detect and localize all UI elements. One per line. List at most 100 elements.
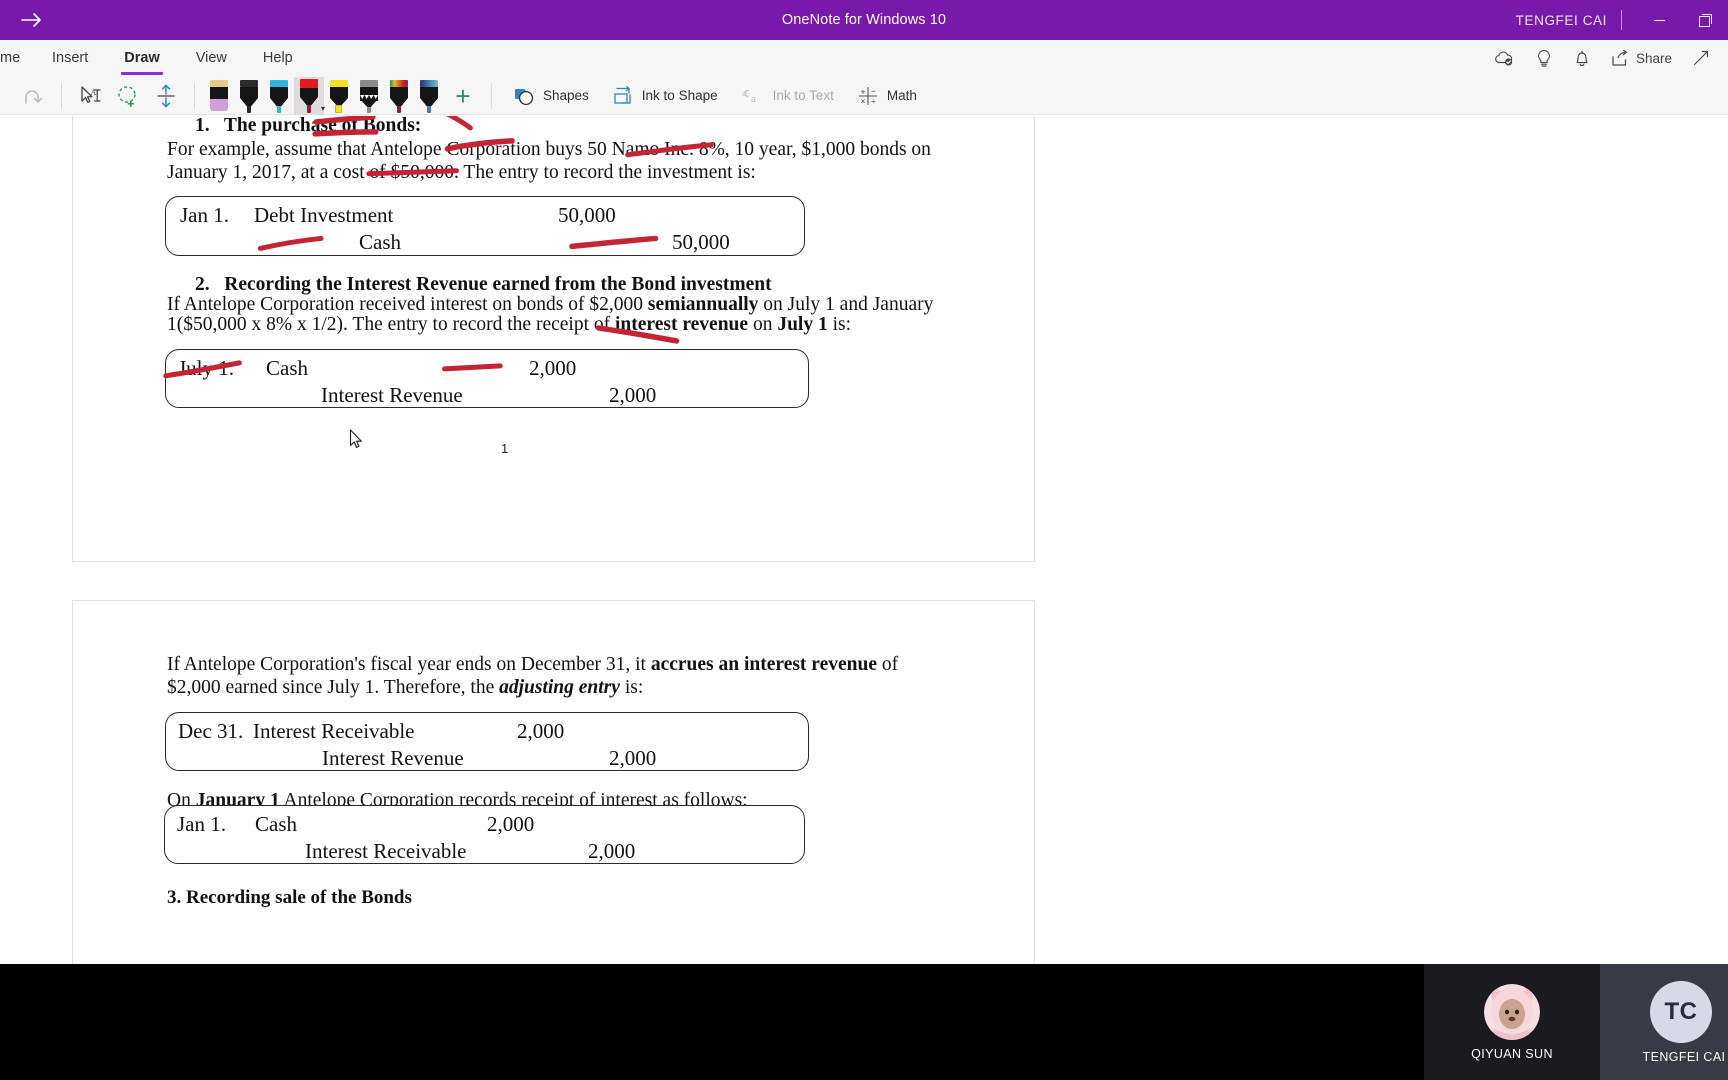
tab-draw[interactable]: Draw — [106, 40, 177, 76]
p3l2-b: adjusting entry — [499, 677, 620, 698]
math-icon: + − × ÷ — [858, 86, 877, 106]
entry-3-credit-account: Interest Revenue — [322, 746, 464, 770]
note-page-2[interactable]: If Antelope Corporation's fiscal year en… — [72, 600, 1035, 964]
entry-1-credit-amount: 50,000 — [672, 230, 730, 254]
sync-status-button[interactable] — [1483, 40, 1525, 76]
pen-red[interactable]: ▾ — [294, 76, 325, 115]
tell-me-button[interactable] — [1525, 40, 1563, 76]
journal-entry-3: Dec 31. Interest Receivable 2,000 Intere… — [165, 712, 809, 771]
svg-text:A: A — [91, 88, 97, 97]
entry-4-debit-account: Cash — [255, 812, 297, 836]
entry-3-credit-amount: 2,000 — [609, 746, 657, 770]
p3l2-a: $2,000 earned since July 1. Therefore, t… — [167, 677, 500, 698]
share-label: Share — [1635, 50, 1672, 66]
entry-3-debit-account: Interest Receivable — [253, 719, 415, 743]
pencil-grey[interactable] — [354, 77, 384, 115]
paragraph-1-line-2: January 1, 2017, at a cost of $50,000. T… — [167, 162, 756, 183]
full-page-view-button[interactable] — [1682, 40, 1720, 76]
tab-help[interactable]: Help — [245, 40, 311, 76]
shapes-button[interactable]: Shapes — [501, 77, 600, 115]
tab-home-label: me — [0, 50, 21, 66]
note-canvas[interactable]: 1. The purchase of Bonds: For example, a… — [0, 116, 1728, 964]
restore-icon — [1699, 14, 1712, 27]
yellow-highlighter-icon — [328, 78, 350, 114]
insert-space-button[interactable] — [147, 77, 185, 115]
p3l2-c: is: — [619, 677, 644, 698]
page-number: 1 — [501, 441, 509, 456]
lasso-select-icon — [118, 85, 136, 107]
ink-to-text-button[interactable]: aa Ink to Text — [729, 77, 845, 115]
pen-black[interactable] — [234, 77, 264, 115]
eraser-icon — [208, 78, 230, 114]
entry-1-debit-account: Debt Investment — [254, 203, 394, 227]
minimize-button[interactable] — [1636, 0, 1682, 40]
sync-cloud-icon — [1495, 51, 1513, 66]
section-3-heading-cut: 3. Recording sale of the Bonds — [167, 887, 412, 908]
toolbar-divider-1 — [61, 82, 62, 109]
ink-to-text-label: Ink to Text — [772, 88, 834, 103]
highlighter-yellow[interactable] — [324, 77, 354, 115]
svg-text:×: × — [860, 96, 865, 106]
p2l2-a: 1($50,000 x 8% x 1/2). The entry to reco… — [167, 314, 616, 335]
ink-to-text-icon: aa — [742, 88, 756, 105]
video-tile-qiyuan-sun[interactable]: QIYUAN SUN — [1424, 964, 1600, 1080]
p2l2-c: on — [748, 314, 778, 335]
entry-2-debit-amount: 2,000 — [529, 356, 577, 380]
video-tile-tengfei-cai[interactable]: TC TENGFEI CAI — [1600, 964, 1728, 1080]
redo-button[interactable] — [14, 77, 52, 115]
ink-to-shape-icon — [614, 85, 631, 104]
share-button[interactable]: Share — [1601, 40, 1682, 76]
draw-toolbar: A ▾ + Shapes Ink to Shape a a Ink to Tex… — [0, 76, 1728, 115]
notifications-button[interactable] — [1563, 40, 1601, 76]
avatar-initials: TC — [1650, 980, 1712, 1043]
rainbow-pen-icon — [388, 78, 410, 114]
arrow-right-icon[interactable] — [0, 0, 64, 40]
entry-3-debit-amount: 2,000 — [517, 719, 565, 743]
svg-text:−: − — [871, 86, 876, 96]
entry-2-debit-account: Cash — [266, 356, 308, 380]
page-1-content: 1. The purchase of Bonds: For example, a… — [73, 116, 1034, 561]
ribbon-right-actions: Share — [1483, 40, 1720, 76]
math-button[interactable]: + − × ÷ Math — [845, 77, 928, 115]
section-2-number: 2. — [195, 274, 210, 295]
pen-galaxy[interactable] — [414, 77, 444, 115]
pen-rainbow[interactable] — [384, 77, 414, 115]
tab-insert[interactable]: Insert — [34, 40, 106, 76]
paragraph-1-line-1: For example, assume that Antelope Corpor… — [167, 139, 931, 160]
note-page-1[interactable]: 1. The purchase of Bonds: For example, a… — [72, 116, 1035, 562]
redo-arrow-icon — [25, 89, 43, 104]
entry-2-date: July 1. — [178, 356, 235, 380]
add-pen-button[interactable]: + — [444, 77, 482, 115]
section-2-heading: 2. Recording the Interest Revenue earned… — [195, 274, 772, 296]
lasso-select-button[interactable] — [109, 77, 147, 115]
tab-view[interactable]: View — [178, 40, 245, 76]
tab-draw-label: Draw — [124, 50, 160, 66]
video-call-strip: QIYUAN SUN TC TENGFEI CAI — [0, 964, 1728, 1080]
p3l1-c: of — [877, 654, 899, 675]
black-pen-icon — [238, 78, 260, 114]
paragraph-3-line-1: If Antelope Corporation's fiscal year en… — [167, 654, 898, 676]
title-bar-divider — [1621, 10, 1622, 30]
entry-2-credit-amount: 2,000 — [609, 383, 657, 407]
ink-to-shape-label: Ink to Shape — [641, 88, 718, 103]
section-1-heading: 1. The purchase of Bonds: — [195, 116, 421, 137]
pen-eraser[interactable] — [204, 77, 234, 115]
tab-view-label: View — [195, 50, 227, 66]
pen-blue[interactable] — [264, 77, 294, 115]
select-type-button[interactable]: A — [71, 77, 109, 115]
shapes-icon — [515, 88, 534, 105]
restore-button[interactable] — [1682, 0, 1728, 40]
p2l1-c: on July 1 and January — [758, 294, 934, 315]
page-2-content: If Antelope Corporation's fiscal year en… — [73, 601, 1034, 964]
section-1-number: 1. — [195, 116, 210, 136]
galaxy-pen-icon — [418, 78, 440, 114]
p3l1-b: accrues an interest revenue — [650, 654, 878, 675]
tab-home[interactable]: me — [0, 40, 34, 76]
ink-to-shape-button[interactable]: Ink to Shape — [600, 77, 729, 115]
ribbon: me Insert Draw View Help Share A ▾ + Sha… — [0, 40, 1728, 115]
select-type-icon: A — [81, 85, 101, 103]
ribbon-tab-strip: me Insert Draw View Help — [0, 40, 311, 76]
account-name[interactable]: TENGFEI CAI — [1516, 13, 1621, 28]
bell-icon — [1576, 50, 1588, 66]
entry-1-debit-amount: 50,000 — [558, 203, 616, 227]
